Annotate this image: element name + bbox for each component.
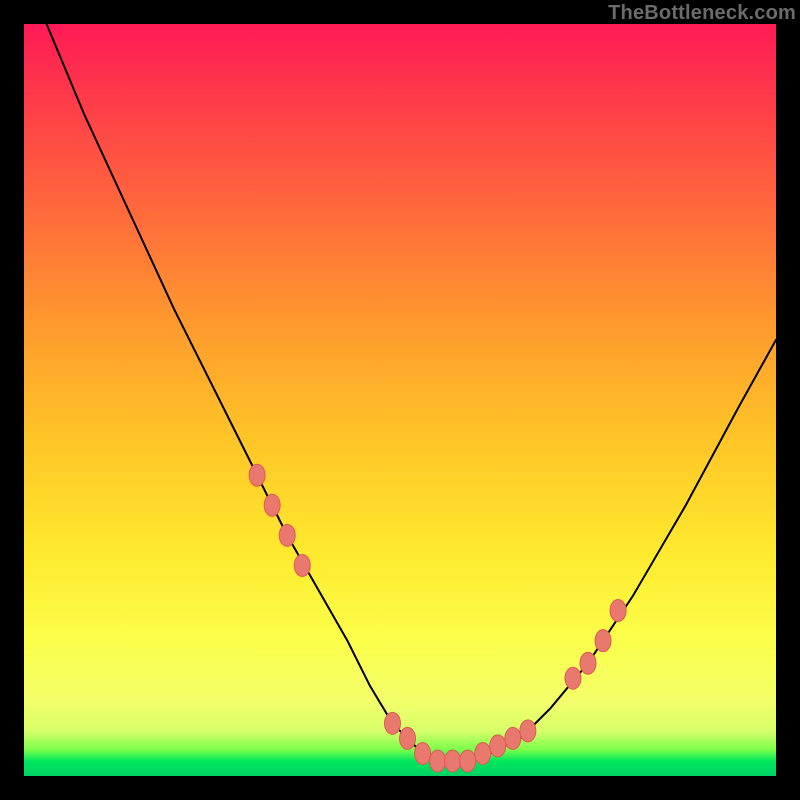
watermark-text: TheBottleneck.com [608,2,796,25]
gradient-background [24,24,776,776]
chart-frame [24,24,776,776]
